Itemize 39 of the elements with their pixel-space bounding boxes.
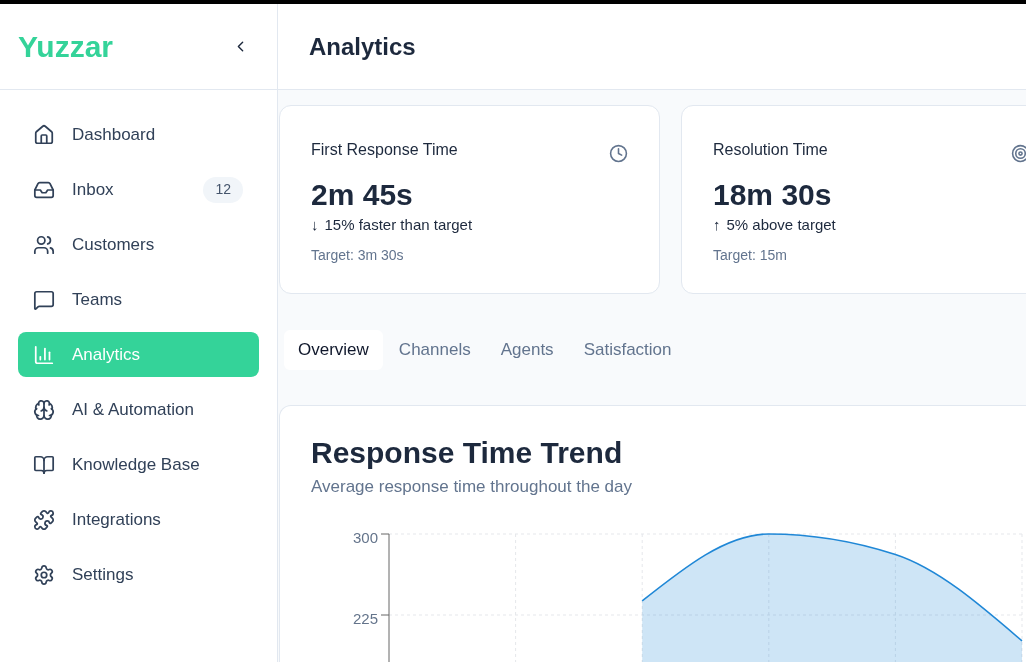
house-icon [33, 123, 55, 146]
sidebar-item[interactable]: Teams [18, 277, 259, 322]
sidebar-item[interactable]: Knowledge Base [18, 442, 259, 487]
tab[interactable]: Satisfaction [569, 330, 686, 370]
tab[interactable]: Overview [284, 330, 383, 370]
metric-change: 5% above target [726, 215, 836, 235]
metric-target: Target: 3m 30s [311, 246, 404, 265]
sidebar-item[interactable]: Customers [18, 222, 259, 267]
sidebar-item[interactable]: AI & Automation [18, 387, 259, 432]
brand-logo: Yuzzar [18, 28, 114, 65]
target-icon [1011, 144, 1026, 163]
sidebar-item[interactable]: Dashboard [18, 112, 259, 157]
chart-title: Response Time Trend [311, 435, 623, 471]
sidebar-item[interactable]: Settings [18, 552, 259, 597]
metric-title: First Response Time [311, 140, 458, 160]
open-book-icon [33, 453, 55, 476]
brain-icon [33, 398, 55, 421]
page-title: Analytics [309, 31, 416, 62]
axis-tick-label: 225 [352, 609, 378, 627]
metric-value: 18m 30s [713, 177, 832, 213]
sidebar-item[interactable]: Integrations [18, 497, 259, 542]
users-icon [33, 233, 55, 256]
tab[interactable]: Channels [384, 330, 485, 370]
sidebar-item[interactable]: Inbox 12 [18, 167, 259, 212]
speech-bubble-icon [33, 288, 55, 311]
count-badge: 12 [203, 176, 243, 203]
axis-tick-label: 300 [352, 528, 378, 546]
metric-target: Target: 15m [713, 246, 787, 265]
tab[interactable]: Agents [486, 330, 568, 370]
chart-subtitle: Average response time throughout the day [311, 476, 632, 498]
clock-icon [609, 144, 628, 163]
bar-chart-icon [33, 343, 55, 366]
puzzle-piece-icon [33, 508, 55, 531]
metric-value: 2m 45s [311, 177, 413, 213]
trend-arrow: ↑ [713, 215, 721, 235]
metric-change: 15% faster than target [324, 215, 473, 235]
metric-title: Resolution Time [713, 140, 828, 160]
trend-arrow: ↓ [311, 215, 319, 235]
settings-icon [33, 563, 55, 586]
